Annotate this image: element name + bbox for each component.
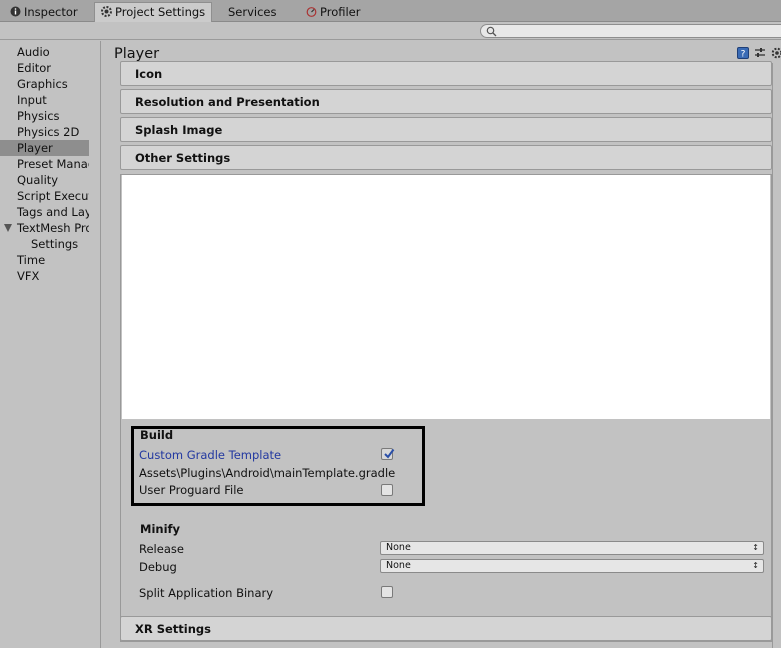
preset-icon[interactable]: [754, 47, 766, 59]
tab-label: Project Settings: [115, 5, 206, 19]
sidebar-item-textmesh-pro-settings[interactable]: Settings: [0, 236, 89, 252]
section-label: XR Settings: [135, 622, 212, 636]
tab-inspector[interactable]: Inspector: [4, 3, 84, 22]
blank-content-area: [122, 175, 770, 419]
sidebar-item-player[interactable]: Player: [0, 140, 89, 156]
other-settings-section-header[interactable]: Other Settings: [120, 145, 772, 170]
tab-profiler[interactable]: Profiler: [300, 3, 367, 22]
sidebar-item-quality[interactable]: Quality: [0, 172, 89, 188]
dropdown-value: None: [386, 560, 411, 571]
dropdown-arrow-icon: ↕: [752, 561, 759, 570]
split-application-binary-checkbox[interactable]: [381, 586, 393, 598]
icon-section-header[interactable]: Icon: [120, 61, 772, 86]
release-label: Release: [139, 542, 184, 556]
tab-label: Services: [228, 5, 277, 19]
dropdown-arrow-icon: ↕: [752, 543, 759, 552]
scrollbar[interactable]: [772, 63, 773, 648]
settings-sidebar: Audio Editor Graphics Input Physics Phys…: [0, 41, 101, 648]
tab-label: Inspector: [24, 5, 78, 19]
settings-gear-icon[interactable]: [771, 47, 781, 59]
sidebar-item-time[interactable]: Time: [0, 252, 89, 268]
sidebar-item-graphics[interactable]: Graphics: [0, 76, 89, 92]
sidebar-item-audio[interactable]: Audio: [0, 44, 89, 60]
toolbar: [0, 22, 781, 40]
section-label: Splash Image: [135, 123, 223, 137]
sidebar-item-editor[interactable]: Editor: [0, 60, 89, 76]
sidebar-item-preset-manager[interactable]: Preset Manager: [0, 156, 89, 172]
section-label: Resolution and Presentation: [135, 95, 320, 109]
section-label: Other Settings: [135, 151, 231, 165]
sidebar-item-tags-and-layers[interactable]: Tags and Layers: [0, 204, 89, 220]
sidebar-item-label: TextMesh Pro: [17, 221, 89, 235]
search-input[interactable]: [480, 24, 781, 38]
info-icon: [10, 6, 21, 17]
minify-group-label: Minify: [140, 522, 181, 536]
svg-text:?: ?: [741, 50, 746, 60]
header-icons: ?: [737, 47, 781, 61]
search-icon: [486, 26, 497, 37]
sidebar-item-physics-2d[interactable]: Physics 2D: [0, 124, 89, 140]
expand-triangle-icon[interactable]: [4, 224, 12, 232]
sidebar-item-input[interactable]: Input: [0, 92, 89, 108]
xr-settings-section-header[interactable]: XR Settings: [120, 616, 772, 641]
window-tab-bar: Inspector Project Settings Services Prof…: [0, 0, 781, 23]
tab-project-settings[interactable]: Project Settings: [94, 2, 213, 23]
split-application-binary-label: Split Application Binary: [139, 586, 274, 600]
sidebar-item-textmesh-pro[interactable]: TextMesh Pro: [0, 220, 89, 236]
splash-section-header[interactable]: Splash Image: [120, 117, 772, 142]
sidebar-item-script-execution-order[interactable]: Script Execution Order: [0, 188, 89, 204]
profiler-icon: [306, 7, 317, 17]
release-minify-dropdown[interactable]: None ↕: [380, 541, 764, 555]
debug-label: Debug: [139, 560, 177, 574]
player-settings-panel: Player ? Icon Resolution and Presentatio…: [102, 41, 781, 648]
tab-services[interactable]: Services: [222, 3, 283, 22]
section-label: Icon: [135, 67, 163, 81]
resolution-section-header[interactable]: Resolution and Presentation: [120, 89, 772, 114]
dropdown-value: None: [386, 542, 411, 553]
help-icon[interactable]: ?: [737, 47, 749, 59]
page-title: Player: [114, 46, 160, 62]
sidebar-item-physics[interactable]: Physics: [0, 108, 89, 124]
sidebar-item-vfx[interactable]: VFX: [0, 268, 89, 284]
debug-minify-dropdown[interactable]: None ↕: [380, 559, 764, 573]
gear-icon: [101, 6, 112, 17]
highlight-box: [131, 426, 425, 506]
tab-label: Profiler: [320, 5, 361, 19]
